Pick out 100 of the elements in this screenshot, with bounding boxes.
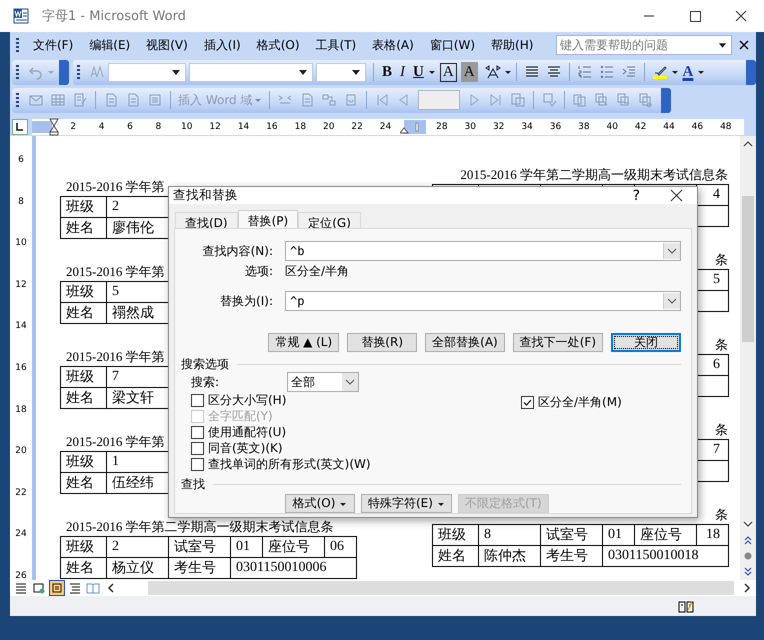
menu-item[interactable]: 帮助(H): [483, 34, 542, 56]
ruler-number: 6: [18, 154, 24, 167]
dialog-button[interactable]: 格式(O): [285, 494, 355, 513]
table-cell: 姓名: [66, 306, 94, 321]
highlighter-icon[interactable]: [652, 64, 668, 80]
ruler-number: 12: [15, 278, 27, 292]
italic-button[interactable]: I: [396, 62, 410, 82]
column-marker-icon[interactable]: [400, 120, 428, 134]
browse-object-icon[interactable]: [742, 550, 754, 562]
dropdown-arrow-icon[interactable]: [171, 67, 181, 77]
ruler-number: 12: [208, 122, 222, 132]
table-cell: 06: [330, 539, 344, 554]
dialog-tab[interactable]: 替换(P): [238, 210, 298, 228]
scrollbar-thumb[interactable]: [742, 196, 754, 342]
menu-item[interactable]: 编辑(E): [81, 34, 138, 56]
checkbox-option[interactable]: 同音(英文)(K): [191, 440, 283, 456]
close-icon[interactable]: [738, 39, 750, 51]
vertical-ruler[interactable]: 6 8 10 12 14 16 18 20 22 24 26: [10, 136, 36, 580]
dropdown-arrow-icon[interactable]: [298, 67, 308, 77]
caret-icon[interactable]: [428, 68, 436, 76]
menu-item[interactable]: 文件(F): [25, 34, 82, 56]
next-page-icon[interactable]: [742, 566, 754, 578]
check-page-icon[interactable]: [541, 92, 558, 108]
character-border-button[interactable]: A: [440, 62, 457, 82]
options-label: 选项:: [244, 262, 274, 280]
checkbox[interactable]: [191, 458, 204, 470]
ruler-number: 46: [690, 122, 704, 132]
menu-item[interactable]: 工具(T): [308, 34, 364, 56]
menu-item[interactable]: 表格(A): [364, 34, 422, 56]
dialog-button[interactable]: 替换(R): [347, 333, 418, 352]
dialog-button[interactable]: 查找下一处(F): [512, 333, 603, 352]
ruler-number: 10: [180, 122, 194, 132]
indent-marker-icon[interactable]: [49, 118, 59, 136]
find-field[interactable]: ^b: [285, 241, 681, 261]
underline-button[interactable]: U: [409, 62, 428, 82]
ruler-number: 14: [236, 122, 250, 132]
tab-stop-selector-icon[interactable]: [12, 119, 28, 135]
slip-title: 条: [715, 252, 728, 267]
list-page-icon[interactable]: [147, 92, 163, 108]
dialog-button[interactable]: 特殊字符(E): [361, 494, 452, 513]
find-record-icon[interactable]: [510, 92, 526, 108]
print-layout-view-icon[interactable]: [50, 581, 64, 595]
checkbox-option[interactable]: 查找单词的所有形式(英文)(W): [191, 456, 371, 472]
checkbox[interactable]: [191, 394, 204, 406]
toolbar-overflow-button[interactable]: [661, 88, 672, 112]
section-heading: 搜索选项: [181, 356, 229, 372]
menu-item[interactable]: 插入(I): [196, 34, 249, 56]
checkbox-option[interactable]: 区分大小写(H): [191, 392, 286, 408]
checkbox[interactable]: [191, 442, 204, 454]
ruler-number: 20: [15, 445, 27, 458]
dialog-button[interactable]: 全部替换(A): [425, 333, 505, 352]
bold-button[interactable]: B: [378, 62, 396, 82]
numbered-list-icon[interactable]: [576, 64, 593, 80]
copy-pages-icon[interactable]: [572, 92, 588, 108]
caret-icon: [254, 96, 262, 104]
caret-icon[interactable]: [504, 68, 512, 76]
toolbar-overflow-button[interactable]: [746, 60, 756, 84]
table-cell: 2: [112, 539, 119, 554]
previous-page-icon[interactable]: [742, 534, 754, 546]
dropdown-arrow-icon[interactable]: [351, 67, 361, 77]
help-button[interactable]: ?: [632, 188, 640, 204]
dialog-tab[interactable]: 查找(D): [175, 212, 238, 228]
horizontal-ruler[interactable]: 2 4 6 8 10 12 14 16 18 20 22 24 28 30 32 34 36 38 40 42 44 46 48: [32, 119, 744, 135]
menu-item[interactable]: 视图(V): [138, 34, 196, 56]
replace-field[interactable]: ^p: [285, 291, 681, 311]
character-scale-icon[interactable]: [484, 64, 501, 80]
menu-item[interactable]: 窗口(W): [422, 34, 484, 56]
checkbox-option[interactable]: 区分全/半角(M): [521, 394, 622, 410]
checkbox[interactable]: [191, 426, 204, 438]
book-icon[interactable]: [678, 599, 694, 613]
table-cell: 班级: [66, 285, 94, 300]
caret-icon[interactable]: [670, 68, 679, 76]
dialog-button[interactable]: 关闭: [611, 333, 681, 352]
horizontal-scrollbar[interactable]: [148, 581, 734, 595]
ruler-number: 8: [154, 122, 162, 132]
web-view-icon[interactable]: [32, 581, 46, 595]
outline-view-icon[interactable]: [68, 581, 82, 595]
table-cell: 5: [713, 272, 720, 287]
record-field[interactable]: [418, 90, 460, 110]
bullet-list-icon[interactable]: [598, 64, 615, 80]
dialog-button[interactable]: 常规 ▲ (L): [268, 333, 340, 352]
slip-title: 2015-2016 学年第二学期高一级期末考试信息条: [66, 519, 334, 534]
checkbox-option[interactable]: 使用通配符(U): [191, 424, 286, 440]
table-icon[interactable]: [50, 92, 66, 108]
menu-item[interactable]: 格式(O): [248, 34, 308, 56]
font-color-button[interactable]: A: [678, 62, 698, 82]
normal-view-icon[interactable]: [14, 581, 28, 595]
vertical-scrollbar[interactable]: [740, 136, 756, 580]
caret-icon[interactable]: [697, 68, 706, 76]
checkbox[interactable]: [521, 396, 534, 408]
table-cell: 梁文轩: [112, 391, 154, 406]
character-shading-button[interactable]: A: [460, 62, 478, 82]
font-size-dropdown[interactable]: [316, 62, 366, 82]
toolbar-overflow-button[interactable]: [59, 60, 69, 84]
close-icon[interactable]: [670, 189, 683, 202]
search-direction-dropdown[interactable]: 全部: [287, 372, 359, 392]
ruler-number: 24: [15, 528, 27, 542]
edit-page-icon[interactable]: [72, 92, 88, 108]
pages-gear-icon[interactable]: [638, 92, 654, 108]
fields-icon[interactable]: [321, 92, 338, 108]
